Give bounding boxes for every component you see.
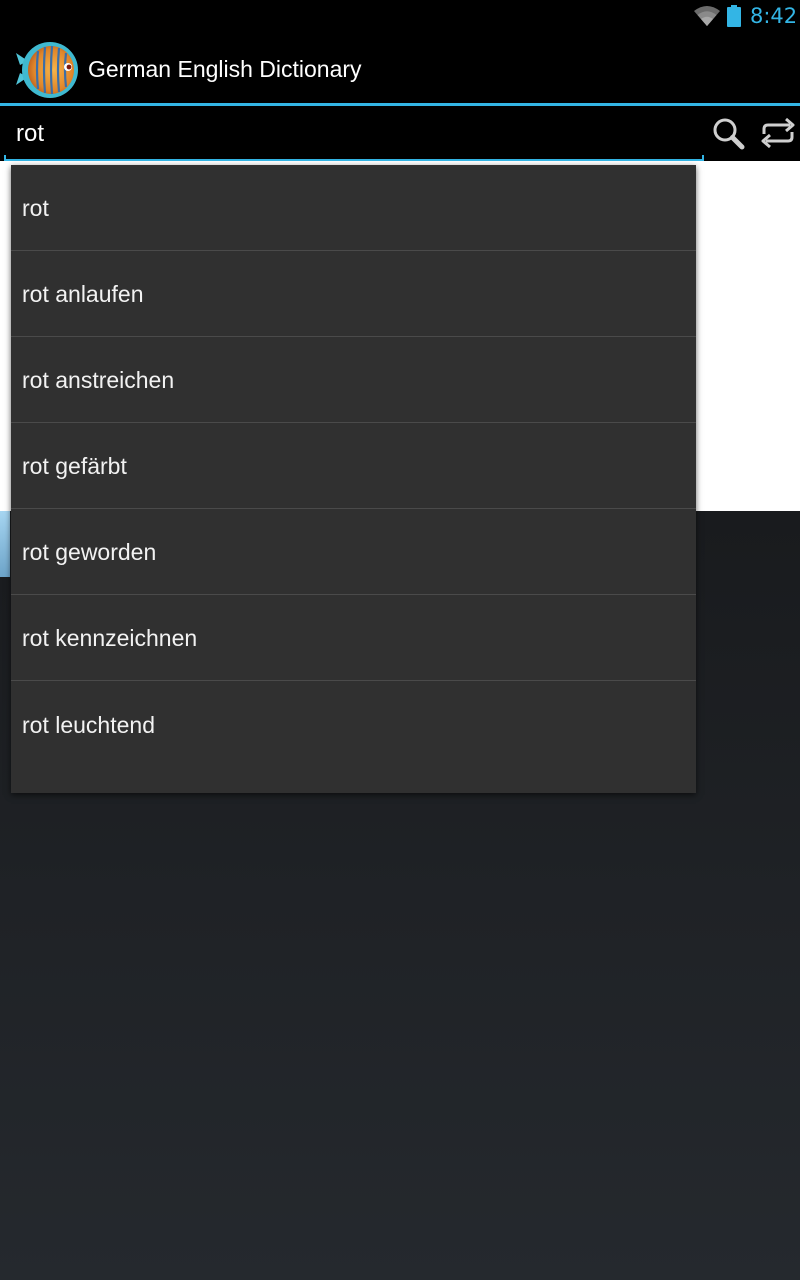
app-title: German English Dictionary	[88, 56, 362, 82]
screen: 8:42 German English Dictionary rot rot r…	[0, 0, 800, 1280]
battery-icon	[727, 5, 741, 27]
swap-languages-icon[interactable]	[756, 110, 800, 156]
search-input[interactable]	[4, 110, 704, 158]
clock: 8:42	[750, 4, 798, 28]
suggestion-item[interactable]: rot leuchtend	[11, 681, 696, 769]
discus-fish-icon[interactable]	[14, 39, 80, 101]
search-icon[interactable]	[708, 110, 750, 156]
suggestion-item[interactable]: rot kennzeichnen	[11, 595, 696, 681]
suggestion-item[interactable]: rot gefärbt	[11, 423, 696, 509]
wifi-icon	[694, 6, 720, 26]
suggestion-dropdown: rot rot anlaufen rot anstreichen rot gef…	[11, 165, 696, 793]
suggestion-item[interactable]: rot	[11, 165, 696, 251]
suggestion-item[interactable]: rot anlaufen	[11, 251, 696, 337]
search-row	[0, 106, 800, 161]
suggestion-item[interactable]: rot anstreichen	[11, 337, 696, 423]
suggestion-item[interactable]: rot geworden	[11, 509, 696, 595]
ad-banner-edge[interactable]	[0, 511, 10, 577]
action-bar: German English Dictionary	[0, 33, 800, 106]
status-bar: 8:42	[0, 0, 800, 33]
